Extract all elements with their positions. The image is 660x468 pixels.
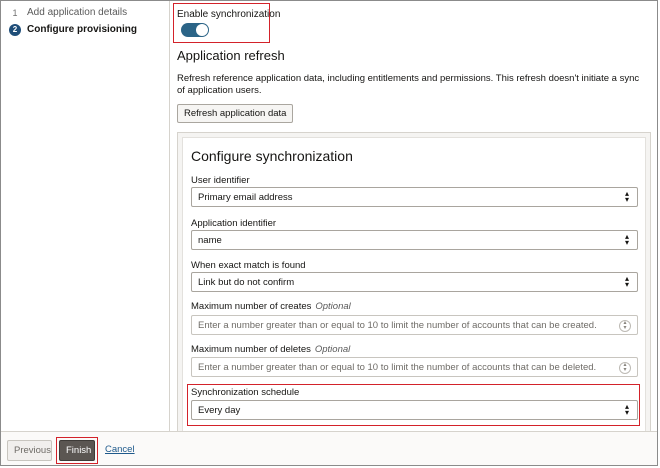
max-deletes-label-text: Maximum number of deletes	[191, 344, 311, 355]
max-creates-label: Maximum number of creates Optional	[191, 301, 351, 312]
step-number-active: 2	[9, 23, 21, 36]
step-label-active: Configure provisioning	[27, 24, 137, 35]
application-refresh-heading: Application refresh	[177, 48, 285, 63]
finish-button[interactable]: Finish	[59, 440, 95, 461]
max-creates-optional: Optional	[315, 301, 351, 312]
max-deletes-optional: Optional	[314, 344, 351, 355]
step-number: 1	[12, 7, 18, 18]
max-creates-label-text: Maximum number of creates	[191, 301, 312, 312]
toggle-knob	[196, 24, 208, 36]
chevron-updown-icon: ▴ ▾	[624, 274, 629, 289]
max-deletes-input[interactable]: Enter a number greater than or equal to …	[191, 357, 638, 377]
chevron-updown-icon: ▴ ▾	[624, 232, 629, 247]
chevron-updown-icon: ▴ ▾	[624, 189, 629, 204]
wizard-frame: 1 Add application details 2 Configure pr…	[0, 0, 658, 466]
user-identifier-label: User identifier	[191, 175, 250, 186]
max-deletes-placeholder: Enter a number greater than or equal to …	[198, 361, 597, 373]
application-refresh-description: Refresh reference application data, incl…	[177, 73, 640, 96]
highlight-box-schedule	[187, 384, 640, 426]
max-deletes-label: Maximum number of deletes Optional	[191, 344, 350, 355]
user-identifier-value: Primary email address	[198, 191, 293, 203]
exact-match-value: Link but do not confirm	[198, 276, 295, 288]
application-identifier-select[interactable]: name ▴ ▾	[191, 230, 638, 250]
vertical-divider	[169, 1, 170, 431]
enable-synchronization-toggle[interactable]	[181, 23, 209, 37]
exact-match-select[interactable]: Link but do not confirm ▴ ▾	[191, 272, 638, 292]
step-label: Add application details	[27, 7, 128, 18]
application-identifier-value: name	[198, 234, 222, 246]
max-creates-placeholder: Enter a number greater than or equal to …	[198, 319, 597, 331]
exact-match-label: When exact match is found	[191, 260, 306, 271]
cancel-link[interactable]: Cancel	[105, 444, 135, 455]
spinner-icon[interactable]: ▴ ▾	[619, 362, 631, 374]
configure-synchronization-title: Configure synchronization	[191, 148, 353, 164]
step-add-application-details[interactable]: 1 Add application details	[9, 5, 159, 20]
wizard-steps: 1 Add application details 2 Configure pr…	[9, 5, 159, 39]
previous-button[interactable]: Previous	[7, 440, 52, 461]
spinner-icon[interactable]: ▴ ▾	[619, 320, 631, 332]
wizard-footer: Previous Finish Cancel	[1, 431, 657, 465]
user-identifier-select[interactable]: Primary email address ▴ ▾	[191, 187, 638, 207]
max-creates-input[interactable]: Enter a number greater than or equal to …	[191, 315, 638, 335]
refresh-application-data-button[interactable]: Refresh application data	[177, 104, 294, 123]
application-identifier-label: Application identifier	[191, 218, 277, 229]
sync-toggle-label: Enable synchronization	[177, 9, 281, 20]
step-configure-provisioning[interactable]: 2 Configure provisioning	[9, 22, 159, 37]
